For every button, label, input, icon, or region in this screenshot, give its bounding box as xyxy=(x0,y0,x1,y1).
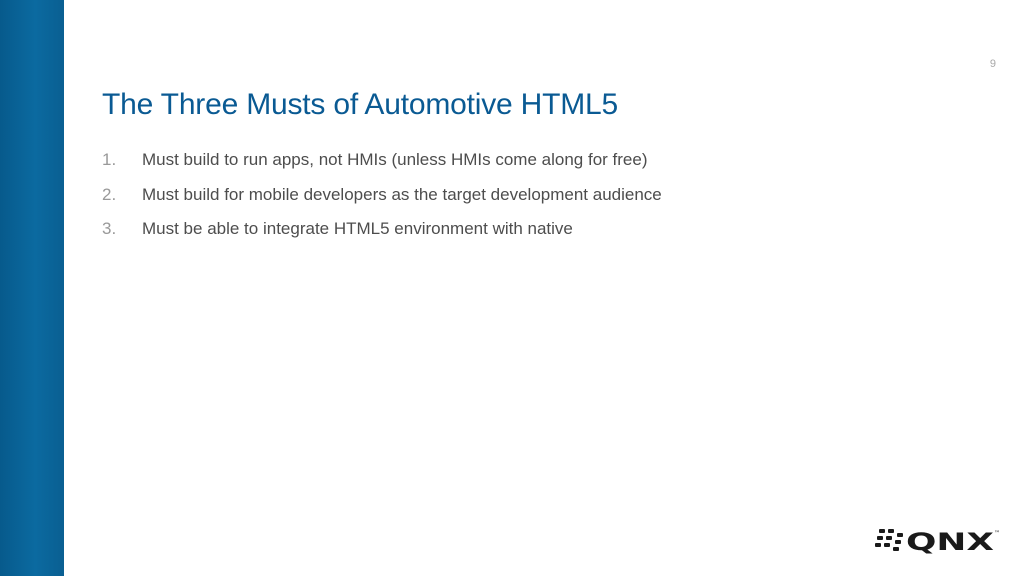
list-item-text: Must build to run apps, not HMIs (unless… xyxy=(142,150,648,169)
list-item-number: 3. xyxy=(102,219,117,238)
trademark-symbol: ™ xyxy=(994,530,1000,537)
list-item-text: Must build for mobile developers as the … xyxy=(142,184,662,204)
list-item-number: 1. xyxy=(102,150,117,169)
qnx-logo: QNX ™ xyxy=(875,528,1000,554)
musts-list: 1. Must build to run apps, not HMIs (unl… xyxy=(102,150,662,254)
page-number: 9 xyxy=(989,58,996,70)
left-accent-bar xyxy=(0,0,64,576)
slide-title: The Three Musts of Automotive HTML5 xyxy=(102,88,618,121)
list-item: 1. Must build to run apps, not HMIs (unl… xyxy=(102,150,662,185)
list-item-text: Must be able to integrate HTML5 environm… xyxy=(142,219,573,238)
list-item: 2. Must build for mobile developers as t… xyxy=(102,185,662,220)
blackberry-dots-icon xyxy=(875,529,903,551)
qnx-wordmark: QNX xyxy=(906,528,995,554)
list-item-number: 2. xyxy=(102,184,117,204)
list-item: 3. Must be able to integrate HTML5 envir… xyxy=(102,219,662,254)
